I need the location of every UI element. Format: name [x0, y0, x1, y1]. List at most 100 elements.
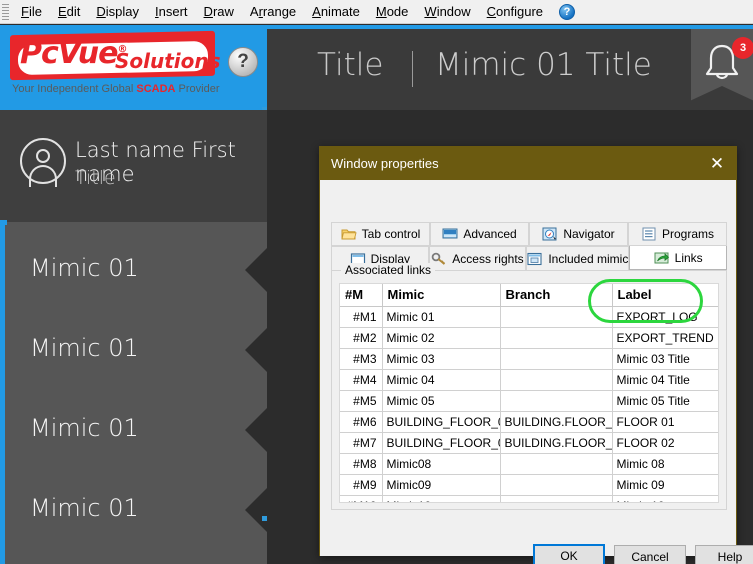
menu-item-file[interactable]: File: [13, 2, 50, 21]
cell-label[interactable]: Mimic 09: [612, 474, 718, 496]
cell-branch[interactable]: [500, 495, 613, 502]
cell-branch[interactable]: [500, 327, 613, 349]
tab-included-mimic[interactable]: Included mimic: [526, 246, 630, 270]
menu-item-mode[interactable]: Mode: [368, 2, 417, 21]
list-document-icon: [641, 227, 657, 241]
cell-branch[interactable]: [500, 390, 613, 412]
menu-grip-handle[interactable]: [1, 1, 10, 22]
help-icon[interactable]: ?: [559, 3, 576, 20]
table-row[interactable]: #M1 Mimic 01 EXPORT_LOG: [340, 306, 718, 328]
cell-index[interactable]: #M4: [340, 369, 383, 391]
cell-mimic[interactable]: BUILDING_FLOOR_0: [382, 432, 501, 454]
cell-mimic[interactable]: Mimic 04: [382, 369, 501, 391]
cell-label[interactable]: Mimic 04 Title: [612, 369, 718, 391]
dialog-title-bar[interactable]: Window properties ✕: [320, 147, 736, 180]
cell-label[interactable]: Mimic 03 Title: [612, 348, 718, 370]
links-table-container[interactable]: #M Mimic Branch Label #M1 Mimic 01 EXPORT_…: [339, 283, 719, 503]
cell-mimic[interactable]: Mimic 02: [382, 327, 501, 349]
tab-label: Advanced: [463, 227, 517, 241]
table-row[interactable]: #M3 Mimic 03 Mimic 03 Title: [340, 348, 718, 370]
logo-solutions-text: Solutions: [115, 49, 221, 73]
cell-branch[interactable]: [500, 306, 613, 328]
sidebar-item-mimic-4[interactable]: Mimic 01: [5, 470, 267, 550]
sidebar-item-mimic-1[interactable]: Mimic 01: [5, 230, 267, 310]
tab-programs[interactable]: Programs: [628, 222, 727, 246]
table-row[interactable]: #M2 Mimic 02 EXPORT_TREND: [340, 327, 718, 349]
cell-mimic[interactable]: Mimic 05: [382, 390, 501, 412]
cell-label[interactable]: Mimic 08: [612, 453, 718, 475]
avatar-head-shape: [36, 149, 50, 163]
cell-mimic[interactable]: BUILDING_FLOOR_0: [382, 411, 501, 433]
cell-branch[interactable]: [500, 348, 613, 370]
cell-index[interactable]: #M10: [340, 495, 383, 502]
cell-index[interactable]: #M1: [340, 306, 383, 328]
tab-advanced[interactable]: Advanced: [430, 222, 529, 246]
table-row[interactable]: #M6 BUILDING_FLOOR_0 BUILDING.FLOOR_0 FLOOR…: [340, 411, 718, 433]
col-header-branch[interactable]: Branch: [500, 284, 613, 307]
cell-branch[interactable]: [500, 453, 613, 475]
close-icon[interactable]: ✕: [707, 154, 727, 174]
header-title-bar: Title Mimic 01 Title 3: [267, 25, 753, 110]
cell-mimic[interactable]: Mimic08: [382, 453, 501, 475]
cell-label[interactable]: Mimic 10: [612, 495, 718, 502]
user-title: Title: [75, 167, 116, 189]
sidebar-item-mimic-3[interactable]: Mimic 01: [5, 390, 267, 470]
user-profile-card[interactable]: Last name First name Title: [0, 110, 267, 225]
alarm-panel[interactable]: 3: [691, 29, 753, 110]
menu-item-edit[interactable]: Edit: [50, 2, 88, 21]
cancel-button[interactable]: Cancel: [614, 545, 686, 564]
cell-index[interactable]: #M9: [340, 474, 383, 496]
menu-item-animate[interactable]: Animate: [304, 2, 368, 21]
menu-item-configure[interactable]: Configure: [479, 2, 551, 21]
col-header-label[interactable]: Label: [612, 284, 718, 307]
sidebar-item-mimic-2[interactable]: Mimic 01: [5, 310, 267, 390]
cell-index[interactable]: #M6: [340, 411, 383, 433]
cell-index[interactable]: #M8: [340, 453, 383, 475]
cell-label[interactable]: Mimic 05 Title: [612, 390, 718, 412]
cell-branch[interactable]: [500, 369, 613, 391]
cell-index[interactable]: #M3: [340, 348, 383, 370]
menu-item-draw[interactable]: Draw: [196, 2, 242, 21]
table-row[interactable]: #M4 Mimic 04 Mimic 04 Title: [340, 369, 718, 391]
menu-item-insert[interactable]: Insert: [147, 2, 196, 21]
menu-item-window[interactable]: Window: [416, 2, 478, 21]
cell-mimic[interactable]: Mimic09: [382, 474, 501, 496]
cell-label[interactable]: EXPORT_LOG: [612, 306, 718, 328]
cell-index[interactable]: #M7: [340, 432, 383, 454]
selection-handle[interactable]: [262, 516, 267, 521]
cell-label[interactable]: EXPORT_TREND: [612, 327, 718, 349]
tab-navigator[interactable]: Navigator: [529, 222, 628, 246]
table-row[interactable]: #M5 Mimic 05 Mimic 05 Title: [340, 390, 718, 412]
table-row[interactable]: #M10Mimic10 Mimic 10: [340, 495, 718, 502]
tab-row-1: Tab control Advanced Navigator Programs: [331, 222, 727, 246]
cell-index[interactable]: #M5: [340, 390, 383, 412]
cell-index[interactable]: #M2: [340, 327, 383, 349]
logo-tagline: Your Independent Global SCADA Provider: [12, 83, 220, 95]
cell-mimic[interactable]: Mimic10: [382, 495, 501, 502]
tab-access-rights[interactable]: Access rights: [428, 246, 527, 270]
tab-tab-control[interactable]: Tab control: [331, 222, 430, 246]
cell-mimic[interactable]: Mimic 01: [382, 306, 501, 328]
menu-item-display[interactable]: Display: [88, 2, 147, 21]
window-properties-dialog: Window properties ✕ Tab control Advanced…: [319, 146, 753, 564]
col-header-mimic[interactable]: Mimic: [382, 284, 501, 307]
table-row[interactable]: #M7 BUILDING_FLOOR_0 BUILDING.FLOOR_0 FLOOR…: [340, 432, 718, 454]
cell-label[interactable]: FLOOR 02: [612, 432, 718, 454]
cell-branch[interactable]: [500, 474, 613, 496]
col-header-index[interactable]: #M: [340, 284, 383, 307]
links-table: #M Mimic Branch Label #M1 Mimic 01 EXPORT_…: [340, 284, 718, 502]
cell-branch[interactable]: BUILDING.FLOOR_0: [500, 411, 613, 433]
logo-help-icon[interactable]: ?: [228, 47, 258, 77]
help-button[interactable]: Help: [695, 545, 753, 564]
table-row[interactable]: #M8 Mimic08 Mimic 08: [340, 453, 718, 475]
menu-item-arrange[interactable]: Arrange: [242, 2, 304, 21]
cell-branch[interactable]: BUILDING.FLOOR_0: [500, 432, 613, 454]
table-row[interactable]: #M9 Mimic09 Mimic 09: [340, 474, 718, 496]
tab-links[interactable]: Links: [629, 246, 727, 270]
cell-label[interactable]: FLOOR 01: [612, 411, 718, 433]
associated-links-group: Associated links #M Mimic Branch Label #…: [331, 263, 727, 510]
green-arrow-icon: [654, 251, 670, 265]
cell-mimic[interactable]: Mimic 03: [382, 348, 501, 370]
ok-button[interactable]: OK: [533, 544, 605, 564]
profile-accent: [0, 220, 7, 225]
